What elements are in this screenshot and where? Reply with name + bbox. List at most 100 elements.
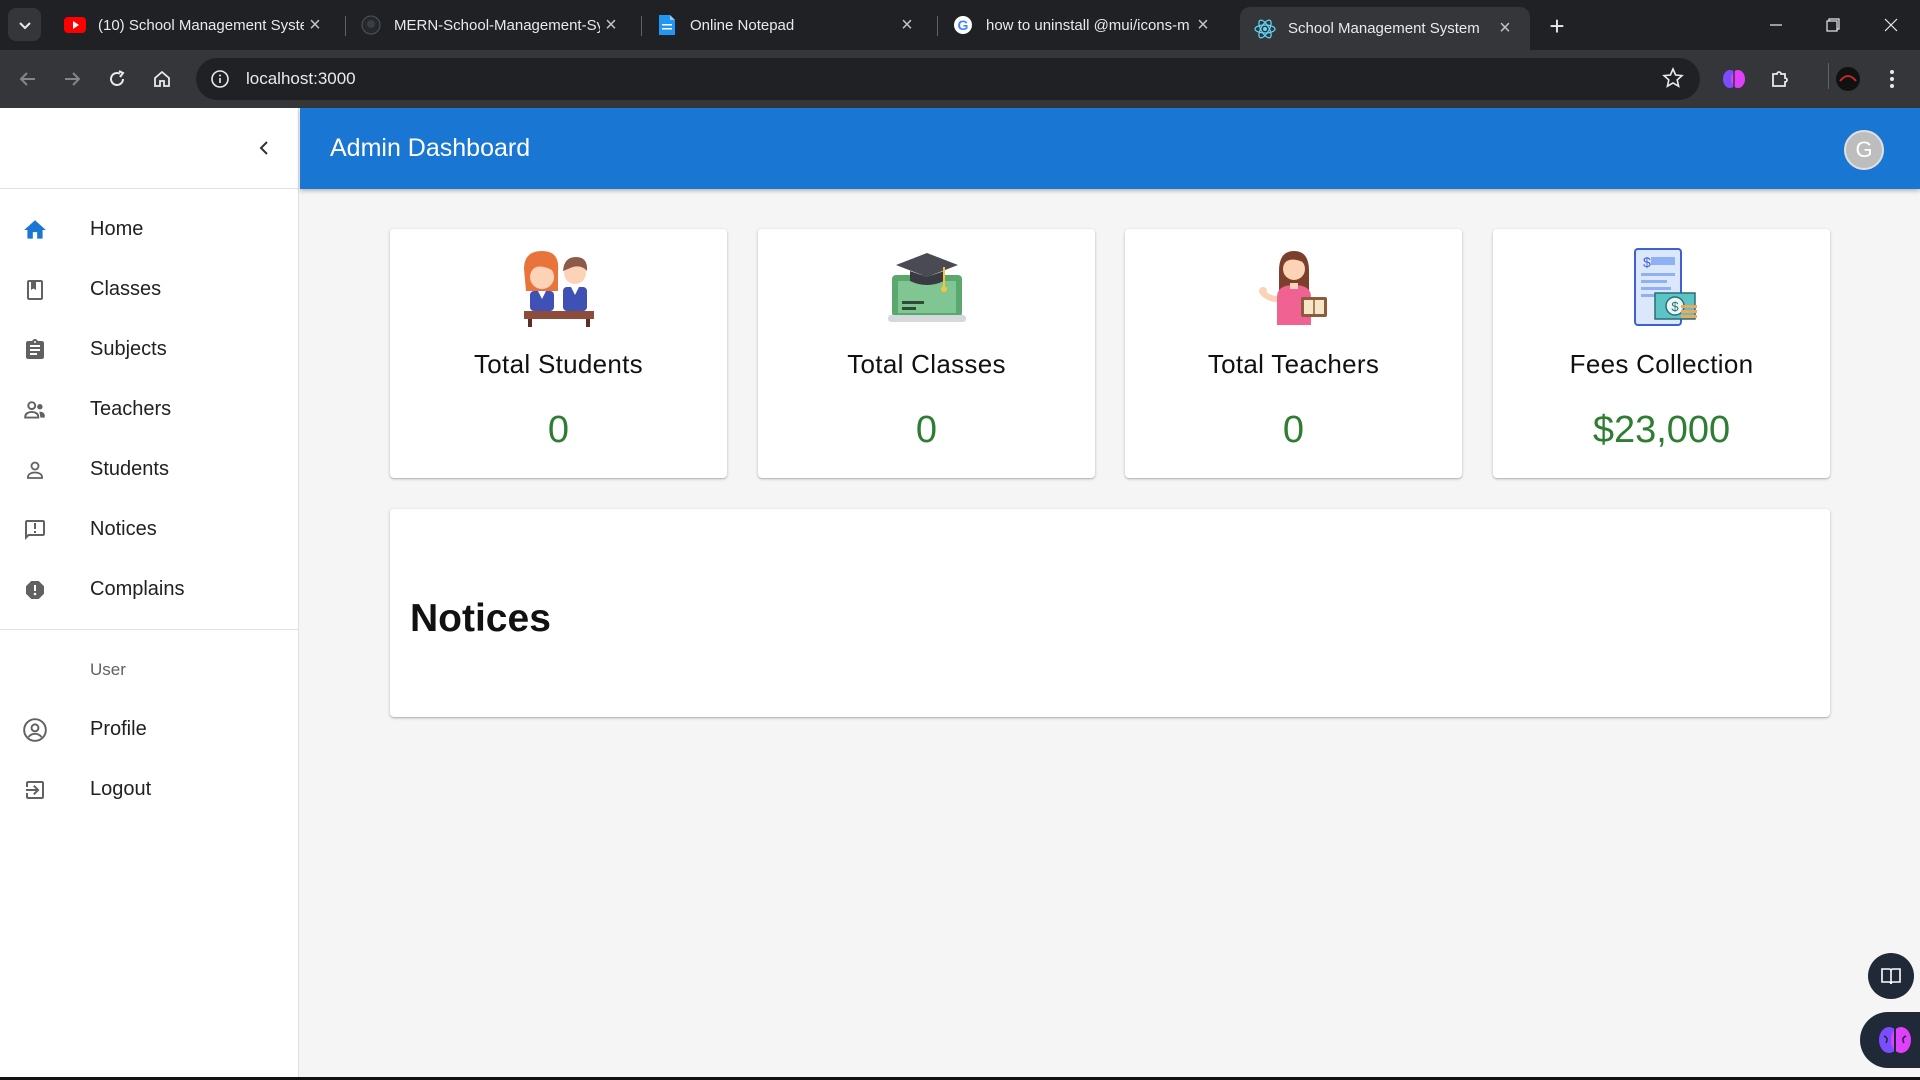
sidebar-item-label: Students xyxy=(90,457,169,480)
arrow-right-icon xyxy=(65,72,81,86)
avatar[interactable]: G xyxy=(1844,130,1884,170)
reload-button[interactable] xyxy=(101,63,133,95)
close-icon[interactable]: × xyxy=(896,14,918,36)
sidebar-item-label: Notices xyxy=(90,517,157,540)
minimize-icon xyxy=(1770,24,1782,26)
collapse-drawer-button[interactable] xyxy=(252,136,276,160)
chevron-down-icon xyxy=(18,21,31,29)
notices-panel: Notices xyxy=(390,509,1830,717)
site-info-icon[interactable] xyxy=(208,67,232,91)
browser-tab-github[interactable]: MERN-School-Management-Sy × xyxy=(346,7,636,43)
bookmark-star-icon[interactable] xyxy=(1662,66,1684,94)
stat-value: $23,000 xyxy=(1592,409,1731,451)
book-open-icon xyxy=(1881,968,1901,985)
reader-mode-button[interactable] xyxy=(1868,953,1914,999)
sidebar-item-complains[interactable]: Complains xyxy=(0,561,298,617)
svg-text:$: $ xyxy=(1671,299,1679,314)
close-icon xyxy=(1884,18,1898,32)
report-icon xyxy=(22,577,48,603)
close-icon[interactable]: × xyxy=(304,14,326,36)
sidebar-item-label: Complains xyxy=(90,577,185,600)
youtube-icon xyxy=(64,14,86,36)
close-icon[interactable]: × xyxy=(1192,14,1214,36)
sidebar-item-students[interactable]: Students xyxy=(0,441,298,497)
restore-button[interactable] xyxy=(1813,10,1853,40)
url-text: localhost:3000 xyxy=(246,69,356,88)
stat-card-classes: Total Classes 0 xyxy=(758,229,1095,478)
browser-tab-notepad[interactable]: Online Notepad × xyxy=(642,7,932,43)
sidebar-header xyxy=(0,108,298,189)
svg-text:$: $ xyxy=(1643,254,1651,270)
stat-card-students: Total Students 0 xyxy=(390,229,727,478)
sidebar-item-label: Profile xyxy=(90,717,147,740)
ai-assistant-button[interactable] xyxy=(1860,1012,1920,1068)
stat-title: Total Classes xyxy=(847,349,1006,379)
classes-illustration-icon xyxy=(888,253,966,322)
address-bar[interactable]: localhost:3000 xyxy=(196,58,1700,100)
browser-tab-bar: (10) School Management Syste × MERN-Scho… xyxy=(0,0,1920,50)
sidebar: Home Classes Subjects Teachers Students … xyxy=(0,108,299,1080)
minimize-button[interactable] xyxy=(1756,10,1796,40)
sidebar-item-label: Home xyxy=(90,217,144,240)
sidebar-item-classes[interactable]: Classes xyxy=(0,261,298,317)
arrow-left-icon xyxy=(19,72,35,86)
sidebar-item-notices[interactable]: Notices xyxy=(0,501,298,557)
close-icon[interactable]: × xyxy=(1494,17,1516,40)
chevron-left-icon xyxy=(259,141,268,155)
home-icon xyxy=(22,217,48,243)
github-icon xyxy=(360,14,382,36)
stat-value: 0 xyxy=(915,409,938,451)
react-icon xyxy=(1254,18,1276,40)
sidebar-item-logout[interactable]: Logout xyxy=(0,761,298,817)
restore-icon xyxy=(1826,18,1840,32)
sidebar-item-label: Subjects xyxy=(90,337,167,360)
class-icon xyxy=(22,277,48,303)
stat-card-fees: $ $ Fees Collection $23,000 xyxy=(1493,229,1830,478)
browser-tab-active[interactable]: School Management System × xyxy=(1240,7,1530,50)
tab-title: MERN-School-Management-Sy xyxy=(394,16,600,34)
brain-extension-icon[interactable] xyxy=(1718,63,1750,95)
forward-button[interactable] xyxy=(56,63,88,95)
back-button[interactable] xyxy=(12,63,44,95)
tab-title: School Management System xyxy=(1288,20,1480,37)
students-illustration-icon xyxy=(524,251,594,327)
logout-icon xyxy=(22,777,48,803)
stat-title: Total Students xyxy=(474,349,643,379)
more-vert-icon xyxy=(1890,70,1894,88)
home-icon xyxy=(154,70,170,87)
supervisor-icon xyxy=(22,397,48,423)
window-close-button[interactable] xyxy=(1871,10,1911,40)
browser-tab-youtube[interactable]: (10) School Management Syste × xyxy=(50,7,340,43)
page-title: Admin Dashboard xyxy=(330,134,531,162)
fees-illustration-icon: $ $ xyxy=(1634,248,1697,326)
stat-title: Total Teachers xyxy=(1207,349,1380,379)
google-icon: G xyxy=(952,14,974,36)
sidebar-item-profile[interactable]: Profile xyxy=(0,701,298,757)
teacher-illustration-icon xyxy=(1259,251,1327,325)
tab-title: Online Notepad xyxy=(690,16,795,34)
notices-heading: Notices xyxy=(410,597,551,640)
stat-card-teachers: Total Teachers 0 xyxy=(1125,229,1462,478)
person-icon xyxy=(22,457,48,483)
sidebar-item-subjects[interactable]: Subjects xyxy=(0,321,298,377)
stat-value: 0 xyxy=(1282,409,1305,451)
profile-avatar-icon[interactable] xyxy=(1832,63,1864,95)
tab-title: how to uninstall @mui/icons-m xyxy=(986,16,1190,34)
extensions-puzzle-icon[interactable] xyxy=(1764,63,1796,95)
home-button[interactable] xyxy=(146,63,178,95)
browser-tab-google[interactable]: G how to uninstall @mui/icons-m × xyxy=(938,7,1228,43)
chrome-menu-button[interactable] xyxy=(1876,63,1908,95)
notepad-icon xyxy=(656,14,678,36)
sidebar-item-label: Logout xyxy=(90,777,152,800)
tab-search-button[interactable] xyxy=(8,8,41,41)
sidebar-divider xyxy=(0,629,298,630)
stat-value: 0 xyxy=(547,409,570,451)
sidebar-item-home[interactable]: Home xyxy=(0,201,298,257)
close-icon[interactable]: × xyxy=(600,14,622,36)
reload-icon xyxy=(110,70,125,86)
assignment-icon xyxy=(22,337,48,363)
new-tab-button[interactable]: + xyxy=(1543,11,1571,41)
sidebar-item-teachers[interactable]: Teachers xyxy=(0,381,298,437)
account-circle-icon xyxy=(22,717,48,743)
sidebar-subheader: User xyxy=(90,660,126,679)
